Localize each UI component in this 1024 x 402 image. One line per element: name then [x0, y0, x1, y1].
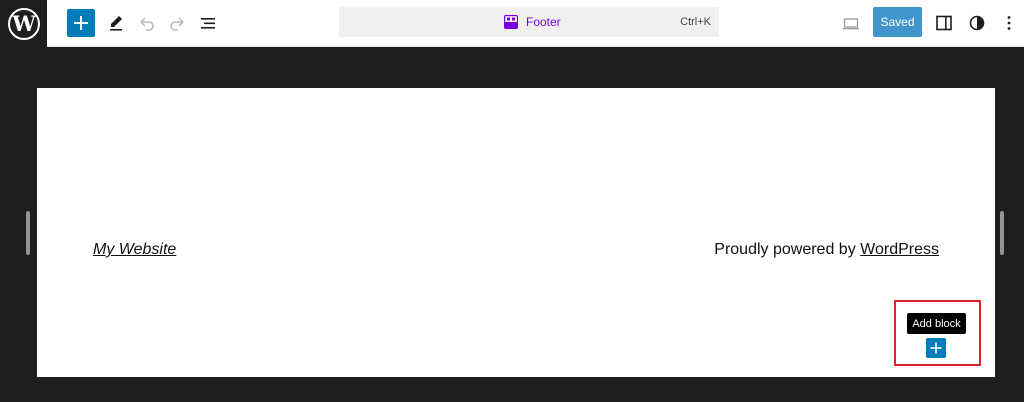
document-bar[interactable]: Footer Ctrl+K	[339, 7, 719, 37]
plus-icon	[74, 16, 88, 30]
footer-credit: Proudly powered by WordPress	[714, 241, 939, 259]
command-palette-shortcut: Ctrl+K	[680, 16, 711, 28]
resize-handle-left[interactable]	[26, 211, 30, 255]
credit-prefix: Proudly powered by	[714, 241, 856, 258]
preview-button[interactable]	[839, 11, 863, 35]
add-block-button[interactable]	[926, 338, 946, 358]
undo-button[interactable]	[135, 11, 159, 35]
undo-icon	[140, 17, 154, 31]
wordpress-logo-button[interactable]: W	[0, 0, 47, 47]
list-view-button[interactable]	[196, 11, 220, 35]
wordpress-link[interactable]: WordPress	[860, 241, 939, 258]
document-title-group: Footer	[504, 7, 561, 37]
half-circle-icon	[969, 15, 985, 31]
styles-button[interactable]	[965, 11, 989, 35]
more-vertical-icon	[1007, 16, 1011, 30]
add-block-tooltip: Add block	[907, 313, 966, 334]
template-part-icon	[504, 15, 518, 29]
desktop-icon	[843, 18, 859, 30]
svg-text:W: W	[11, 11, 36, 36]
redo-icon	[170, 17, 184, 31]
editor-header: W Footer Ctrl+K Saved	[0, 0, 1024, 47]
block-inserter-toggle[interactable]	[67, 9, 95, 37]
tools-button[interactable]	[104, 11, 128, 35]
options-button[interactable]	[997, 11, 1021, 35]
site-title-link[interactable]: My Website	[93, 241, 176, 259]
document-title: Footer	[526, 15, 561, 29]
resize-handle-right[interactable]	[1000, 211, 1004, 255]
list-view-icon	[201, 18, 215, 29]
editor-canvas: My Website Proudly powered by WordPress	[37, 88, 995, 377]
save-button[interactable]: Saved	[873, 7, 922, 37]
redo-button[interactable]	[165, 11, 189, 35]
settings-button[interactable]	[932, 11, 956, 35]
plus-icon	[930, 342, 942, 354]
pencil-icon	[110, 16, 122, 31]
wordpress-logo-icon: W	[7, 7, 40, 40]
sidebar-icon	[936, 15, 952, 31]
